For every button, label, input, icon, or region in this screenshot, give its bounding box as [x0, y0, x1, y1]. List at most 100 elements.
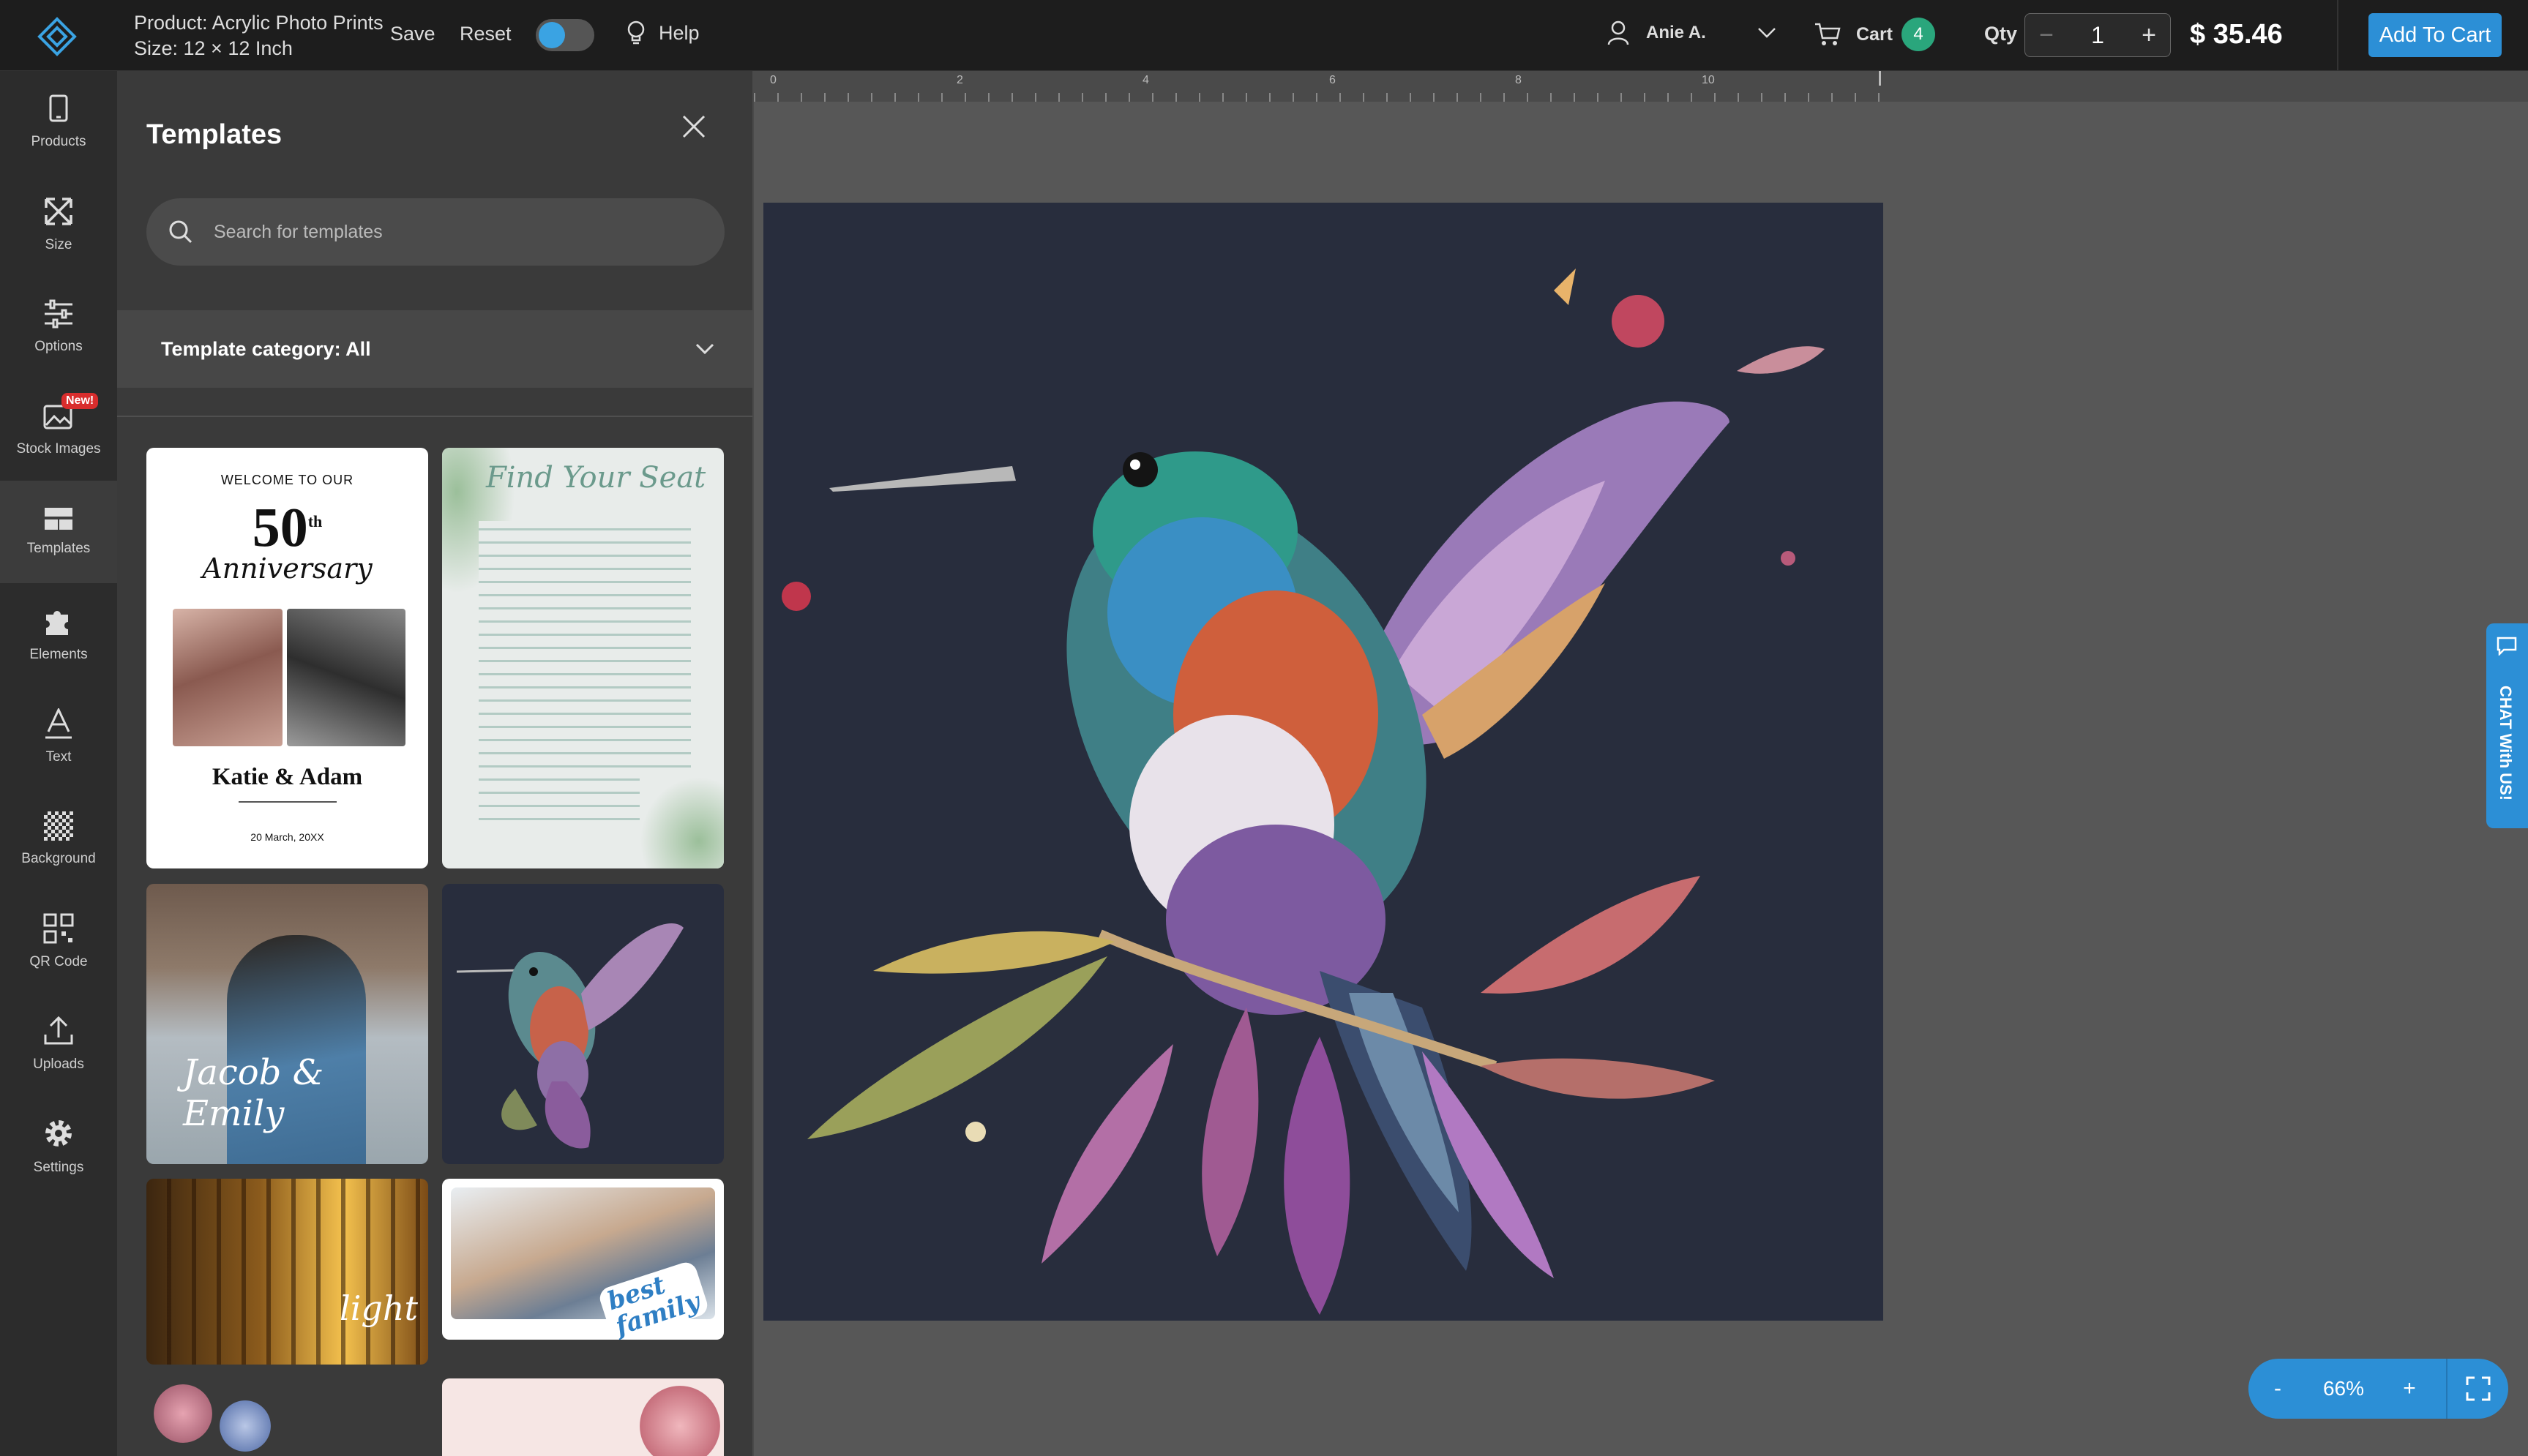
- help-button[interactable]: Help: [627, 20, 700, 45]
- upload-icon: [44, 1016, 73, 1045]
- tree-trunks: [146, 1179, 428, 1365]
- template-names: Katie & Adam: [212, 764, 363, 790]
- product-info: Product: Acrylic Photo Prints Size: 12 ×…: [134, 12, 384, 60]
- fullscreen-button[interactable]: [2446, 1359, 2508, 1419]
- sidebar-item-background[interactable]: Background: [0, 788, 117, 890]
- qty-label: Qty: [1984, 23, 2018, 45]
- design-artboard[interactable]: [763, 203, 1883, 1321]
- template-anniversary[interactable]: WELCOME TO OUR 50th Anniversary Katie & …: [146, 448, 428, 868]
- sidebar-item-uploads[interactable]: Uploads: [0, 993, 117, 1095]
- sidebar-item-label: Stock Images: [16, 441, 101, 457]
- price: $ 35.46: [2190, 19, 2283, 50]
- sidebar-item-stock-images[interactable]: New! Stock Images: [0, 378, 117, 481]
- user-name: Anie A.: [1646, 23, 1706, 42]
- tool-sidebar: Products Size Options New! Stock Images …: [0, 71, 117, 1456]
- chat-label: CHAT With US!: [2497, 686, 2515, 801]
- sliders-icon: [45, 299, 72, 329]
- theme-toggle[interactable]: [536, 19, 594, 51]
- search-icon: [169, 220, 192, 244]
- ruler-label: 2: [957, 74, 963, 86]
- close-icon: [682, 115, 706, 138]
- reset-button[interactable]: Reset: [460, 23, 512, 45]
- sidebar-item-label: Products: [31, 134, 86, 149]
- qty-increment-button[interactable]: +: [2128, 21, 2170, 50]
- sidebar-item-elements[interactable]: Elements: [0, 583, 117, 686]
- save-button[interactable]: Save: [390, 23, 435, 45]
- moon-icon: [539, 22, 565, 48]
- template-script: light: [340, 1288, 418, 1328]
- hummingbird-thumb: [456, 923, 684, 1149]
- sidebar-item-label: Elements: [29, 647, 88, 662]
- new-badge: New!: [61, 393, 99, 409]
- horizontal-ruler: 0 2 4 6 8 10: [754, 71, 2528, 102]
- template-best-family[interactable]: best family: [442, 1179, 724, 1340]
- close-button[interactable]: [681, 113, 707, 143]
- sidebar-item-templates[interactable]: Templates: [0, 481, 117, 583]
- top-bar: Product: Acrylic Photo Prints Size: 12 ×…: [0, 0, 2528, 71]
- chat-icon: [2497, 637, 2517, 656]
- templates-panel: Templates Search for templates Template …: [117, 71, 754, 1456]
- qty-value[interactable]: 1: [2068, 22, 2128, 49]
- template-photo: [173, 609, 283, 746]
- sidebar-item-label: Size: [45, 237, 72, 252]
- sidebar-item-text[interactable]: Text: [0, 686, 117, 788]
- flower-decoration: [154, 1384, 212, 1443]
- lightbulb-icon: [627, 20, 645, 45]
- chat-tab[interactable]: CHAT With US!: [2486, 623, 2528, 828]
- sidebar-item-label: Options: [34, 339, 83, 354]
- template-date: 20 March, 20XX: [250, 831, 324, 843]
- template-floral[interactable]: [146, 1378, 428, 1456]
- category-label: Template category: All: [161, 337, 371, 360]
- zoom-out-button[interactable]: -: [2248, 1376, 2307, 1401]
- template-number-suffix: th: [307, 512, 323, 530]
- category-dropdown[interactable]: Template category: All: [117, 310, 752, 388]
- phone-icon: [49, 94, 68, 122]
- sidebar-item-size[interactable]: Size: [0, 173, 117, 276]
- sidebar-item-label: Background: [21, 851, 96, 866]
- zoom-level: 66%: [2322, 1377, 2365, 1400]
- text-icon: [45, 708, 72, 739]
- fullscreen-icon: [2466, 1376, 2491, 1401]
- qty-decrement-button[interactable]: −: [2025, 21, 2068, 50]
- template-search[interactable]: Search for templates: [146, 198, 725, 266]
- template-script: Find Your Seat: [486, 461, 706, 495]
- template-forest-light[interactable]: light: [146, 1179, 428, 1365]
- hummingbird-artwork[interactable]: [763, 203, 1883, 1321]
- cart-label: Cart: [1856, 23, 1893, 45]
- ruler-marker: [1879, 71, 1881, 86]
- template-number: 50th: [146, 494, 428, 555]
- cart-count-badge: 4: [1901, 18, 1936, 51]
- user-icon: [1607, 20, 1629, 45]
- sidebar-item-options[interactable]: Options: [0, 276, 117, 378]
- cart-icon: [1815, 23, 1841, 45]
- logo[interactable]: [37, 16, 78, 57]
- checker-icon: [44, 811, 73, 841]
- template-couple[interactable]: Jacob & Emily: [146, 884, 428, 1164]
- product-name: Product: Acrylic Photo Prints: [134, 12, 384, 34]
- template-find-your-seat[interactable]: Find Your Seat: [442, 448, 724, 868]
- zoom-in-button[interactable]: +: [2380, 1376, 2439, 1401]
- divider: [239, 801, 337, 803]
- search-input[interactable]: Search for templates: [214, 222, 383, 243]
- user-menu[interactable]: Anie A.: [1607, 20, 1776, 45]
- template-script: Anniversary: [202, 552, 373, 585]
- flower-decoration: [640, 1386, 720, 1456]
- help-label: Help: [659, 21, 700, 44]
- add-to-cart-button[interactable]: Add To Cart: [2368, 13, 2502, 57]
- chevron-down-icon: [1757, 28, 1776, 38]
- puzzle-icon: [46, 611, 68, 635]
- template-script: Jacob & Emily: [183, 1052, 324, 1134]
- sidebar-item-settings[interactable]: Settings: [0, 1095, 117, 1198]
- templates-icon: [45, 508, 72, 530]
- logo-icon: [37, 17, 77, 56]
- sidebar-item-qr-code[interactable]: QR Code: [0, 890, 117, 993]
- template-floral-pink[interactable]: [442, 1378, 724, 1456]
- template-hummingbird[interactable]: [442, 884, 724, 1164]
- sidebar-item-products[interactable]: Products: [0, 71, 117, 173]
- ruler-ticks: [754, 93, 1885, 102]
- cart-button[interactable]: Cart 4: [1814, 18, 1936, 51]
- gear-icon: [45, 1120, 72, 1147]
- ruler-label: 0: [770, 74, 777, 86]
- qr-icon: [43, 913, 74, 944]
- qty-stepper[interactable]: − 1 +: [2024, 13, 2171, 57]
